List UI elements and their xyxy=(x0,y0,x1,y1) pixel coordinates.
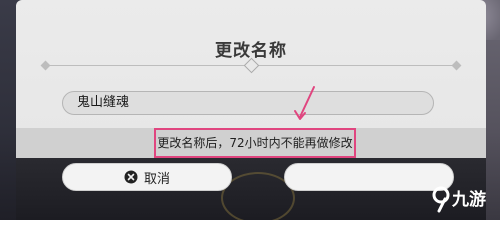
rename-dialog: 更改名称 更改名称后，72小时内不能再做修改 取消 xyxy=(16,0,486,220)
annotation-arrow-icon xyxy=(294,86,315,120)
close-circle-icon xyxy=(124,170,138,184)
cancel-button[interactable]: 取消 xyxy=(62,163,232,191)
name-input[interactable] xyxy=(62,91,434,115)
screen: 更改名称 更改名称后，72小时内不能再做修改 取消 九游 xyxy=(0,0,500,220)
watermark-logo-icon: 九游 xyxy=(432,186,486,213)
divider-end-dot-right xyxy=(451,60,462,71)
confirm-button[interactable] xyxy=(284,163,454,191)
divider-end-dot-left xyxy=(40,60,51,71)
rename-notice: 更改名称后，72小时内不能再做修改 xyxy=(154,128,356,158)
watermark-text: 九游 xyxy=(451,189,486,210)
cancel-label: 取消 xyxy=(143,171,170,187)
